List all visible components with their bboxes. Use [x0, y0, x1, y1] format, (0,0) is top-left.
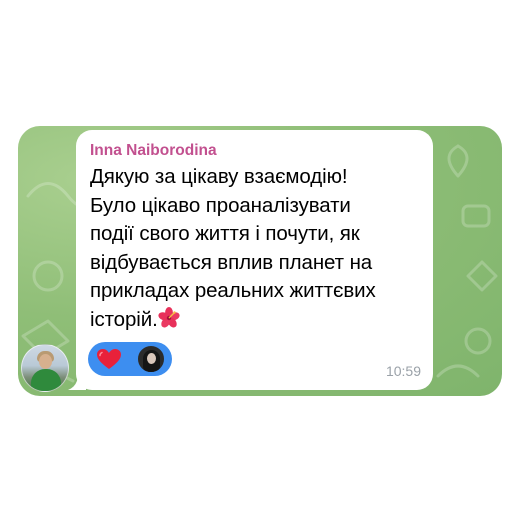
- message-line: Дякую за цікаву взаємодію!: [90, 165, 348, 188]
- reaction-pill[interactable]: [88, 342, 172, 376]
- message-text: Дякую за цікаву взаємодію! Було цікаво п…: [90, 163, 425, 334]
- message-line: події свого життя і почути, як: [90, 222, 360, 245]
- avatar-body: [31, 369, 61, 391]
- message-line: прикладах реальних життєвих: [90, 279, 376, 302]
- sender-avatar[interactable]: [21, 344, 69, 392]
- red-heart-icon: [97, 349, 121, 369]
- sender-name[interactable]: Inna Naiborodina: [90, 142, 217, 160]
- message-line: відбувається вплив планет на: [90, 250, 373, 274]
- hibiscus-icon: [158, 306, 180, 327]
- message-line-last: історій.: [90, 306, 425, 335]
- message-line: Було цікаво проаналізувати: [90, 193, 351, 217]
- reactor-face: [147, 353, 156, 364]
- message-timestamp: 10:59: [385, 363, 421, 379]
- message-bubble[interactable]: Inna Naiborodina Дякую за цікаву взаємод…: [76, 130, 433, 390]
- message-line-text: історій.: [90, 307, 158, 331]
- reactor-avatar[interactable]: [137, 345, 165, 373]
- avatar-head: [39, 354, 52, 369]
